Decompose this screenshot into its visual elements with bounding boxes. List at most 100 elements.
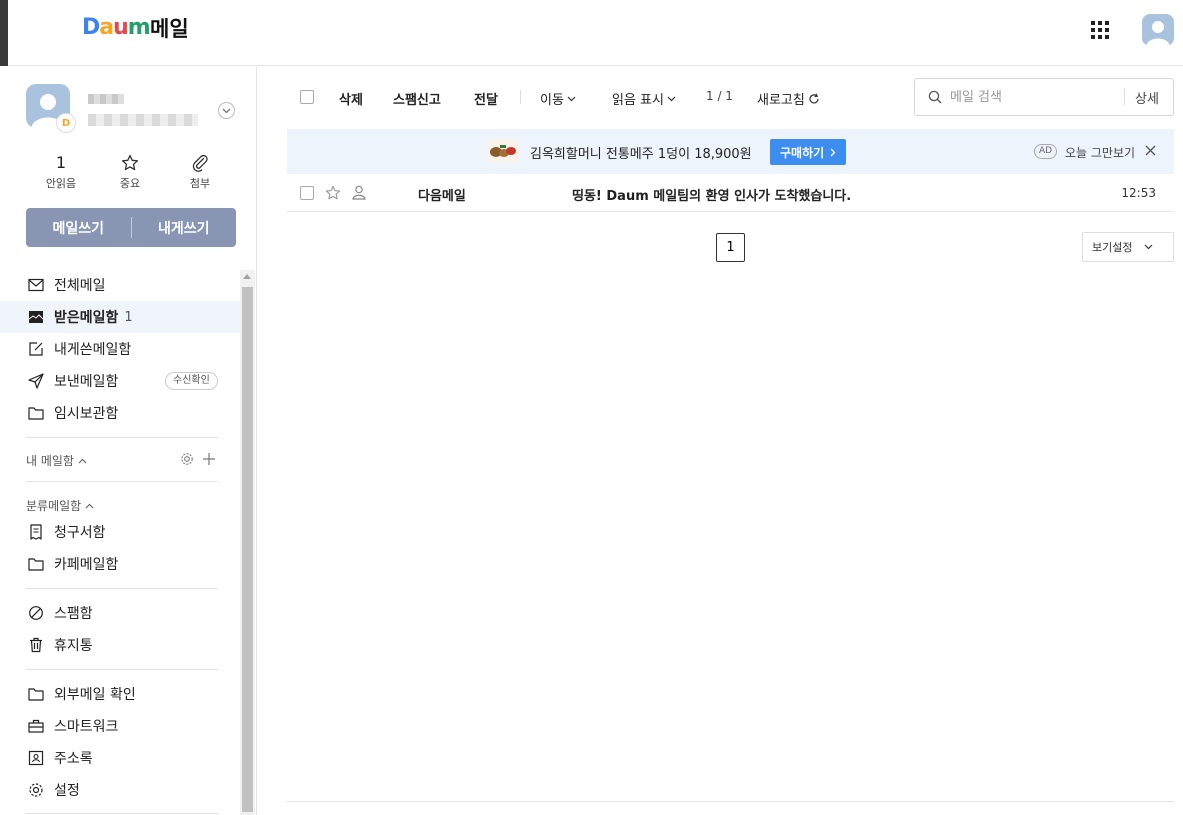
- mail-checkbox[interactable]: [300, 186, 314, 200]
- category-mailbox-label: 분류메일함: [26, 499, 82, 513]
- category-mailbox-header[interactable]: 분류메일함: [26, 497, 94, 514]
- delete-button[interactable]: 삭제: [339, 89, 363, 108]
- chevron-up-icon: [78, 458, 87, 463]
- add-icon[interactable]: [202, 452, 216, 466]
- sidebar-item-label: 카페메일함: [54, 557, 119, 573]
- logo-letter-m: m: [127, 14, 151, 40]
- write-self-button[interactable]: 내게쓰기: [132, 208, 237, 247]
- refresh-button[interactable]: 새로고침: [757, 89, 820, 108]
- stat-attachment[interactable]: 첨부: [175, 153, 225, 191]
- gear-icon: [27, 781, 45, 799]
- attachment-label: 첨부: [189, 177, 211, 190]
- chevron-down-icon: [222, 108, 231, 113]
- logo-letter-u: u: [113, 14, 129, 40]
- user-avatar-icon[interactable]: [1142, 14, 1174, 46]
- sidebar-item-contacts[interactable]: 주소록: [0, 742, 240, 774]
- sidebar-scrollbar[interactable]: [240, 270, 255, 815]
- move-dropdown[interactable]: 이동: [540, 89, 576, 108]
- mail-stats: 1 안읽음 중요 첨부: [26, 153, 236, 193]
- stat-important[interactable]: 중요: [105, 153, 155, 191]
- paper-plane-icon: [27, 372, 45, 390]
- mark-read-dropdown[interactable]: 읽음 표시: [612, 89, 676, 108]
- page-info: 1 / 1: [706, 89, 733, 103]
- ad-product-image[interactable]: [487, 139, 519, 163]
- sidebar-item-settings[interactable]: 설정: [0, 774, 240, 806]
- chevron-up-icon: [85, 503, 94, 508]
- logo-letter-a: a: [99, 14, 114, 40]
- ad-hide-today-button[interactable]: 오늘 그만보기: [1065, 144, 1135, 161]
- star-icon[interactable]: [325, 185, 341, 201]
- sidebar-item-label: 외부메일 확인: [54, 687, 136, 703]
- mail-toolbar: 삭제 스팸신고 전달 이동 읽음 표시 1 / 1 새로고침 상세: [287, 67, 1174, 127]
- scroll-up-arrow-icon[interactable]: [243, 274, 251, 279]
- ad-buy-label: 구매하기: [780, 145, 825, 160]
- sidebar-item-cafe[interactable]: 카페메일함: [0, 548, 240, 580]
- mark-read-label: 읽음 표시: [612, 93, 664, 108]
- mail-subject[interactable]: 띵동! Daum 메일팀의 환영 인사가 도착했습니다.: [572, 185, 851, 204]
- person-icon[interactable]: [352, 185, 366, 200]
- sidebar-item-inbox[interactable]: 받은메일함 1: [0, 301, 240, 333]
- briefcase-icon: [27, 717, 45, 735]
- star-icon: [105, 153, 155, 173]
- ad-banner[interactable]: 김옥희할머니 전통메주 1덩이 18,900원 구매하기 AD 오늘 그만보기: [287, 129, 1174, 174]
- table-row[interactable]: 다음메일 띵동! Daum 메일팀의 환영 인사가 도착했습니다. 12:53: [287, 175, 1174, 212]
- sidebar-item-label: 휴지통: [54, 638, 93, 654]
- search-input[interactable]: [950, 89, 1120, 105]
- unread-count: 1: [55, 153, 67, 172]
- address-book-icon: [27, 749, 45, 767]
- page-number-button[interactable]: 1: [716, 233, 745, 262]
- read-receipt-button[interactable]: 수신확인: [165, 372, 218, 390]
- chevron-down-icon: [567, 96, 576, 101]
- stat-unread[interactable]: 1 안읽음: [36, 153, 86, 191]
- forward-button[interactable]: 전달: [474, 89, 498, 108]
- service-title[interactable]: 메일: [150, 13, 189, 43]
- refresh-icon: [809, 93, 819, 103]
- envelope-icon: [27, 276, 45, 294]
- sidebar-item-label: 내게쓴메일함: [54, 342, 132, 358]
- inbox-icon: [27, 308, 45, 326]
- view-settings-dropdown[interactable]: 보기설정: [1082, 232, 1174, 262]
- sidebar-item-external[interactable]: 외부메일 확인: [0, 678, 240, 710]
- detail-search-button[interactable]: 상세: [1135, 88, 1159, 107]
- sidebar-item-label: 청구서함: [54, 525, 106, 541]
- daum-badge-icon: D: [56, 113, 76, 133]
- sidebar-item-all[interactable]: 전체메일: [0, 269, 240, 301]
- profile-toggle-button[interactable]: [218, 102, 235, 119]
- my-mailbox-header[interactable]: 내 메일함: [26, 452, 87, 469]
- trash-icon: [27, 636, 45, 654]
- paperclip-icon: [175, 153, 225, 173]
- close-icon[interactable]: [1145, 145, 1156, 156]
- sidebar-item-spam[interactable]: 스팸함: [0, 597, 240, 629]
- daum-logo[interactable]: Daum: [82, 14, 151, 40]
- folder-icon: [27, 685, 45, 703]
- write-mail-button[interactable]: 메일쓰기: [26, 208, 131, 247]
- compose-group: 메일쓰기 내게쓰기: [26, 208, 236, 247]
- scrollbar-thumb[interactable]: [242, 287, 253, 812]
- mail-time: 12:53: [1121, 186, 1156, 200]
- ad-buy-button[interactable]: 구매하기: [770, 139, 847, 165]
- ad-badge: AD: [1034, 144, 1058, 159]
- inbox-unread-count: 1: [124, 309, 133, 325]
- chevron-down-icon: [667, 96, 676, 101]
- chevron-right-icon: [830, 148, 836, 156]
- view-settings-label: 보기설정: [1092, 241, 1133, 254]
- select-all-checkbox[interactable]: [300, 90, 314, 104]
- sidebar-item-smartwork[interactable]: 스마트워크: [0, 710, 240, 742]
- receipt-icon: [27, 523, 45, 541]
- folder-icon: [27, 404, 45, 422]
- spam-report-button[interactable]: 스팸신고: [393, 89, 441, 108]
- mail-sender[interactable]: 다음메일: [418, 185, 466, 204]
- sidebar-divider: [26, 437, 218, 438]
- sidebar-item-label: 임시보관함: [54, 406, 119, 422]
- sidebar-item-drafts[interactable]: 임시보관함: [0, 397, 240, 429]
- sidebar-divider: [26, 481, 218, 482]
- gear-icon[interactable]: [180, 452, 194, 466]
- ad-text[interactable]: 김옥희할머니 전통메주 1덩이 18,900원: [530, 143, 752, 162]
- sidebar-item-invoices[interactable]: 청구서함: [0, 516, 240, 548]
- my-mailbox-label: 내 메일함: [26, 454, 74, 468]
- sidebar-divider: [26, 669, 218, 670]
- sidebar-item-self[interactable]: 내게쓴메일함: [0, 333, 240, 365]
- grid-9-icon[interactable]: [1090, 20, 1110, 40]
- sidebar-item-trash[interactable]: 휴지통: [0, 629, 240, 661]
- sidebar-item-sent[interactable]: 보낸메일함 수신확인: [0, 365, 240, 397]
